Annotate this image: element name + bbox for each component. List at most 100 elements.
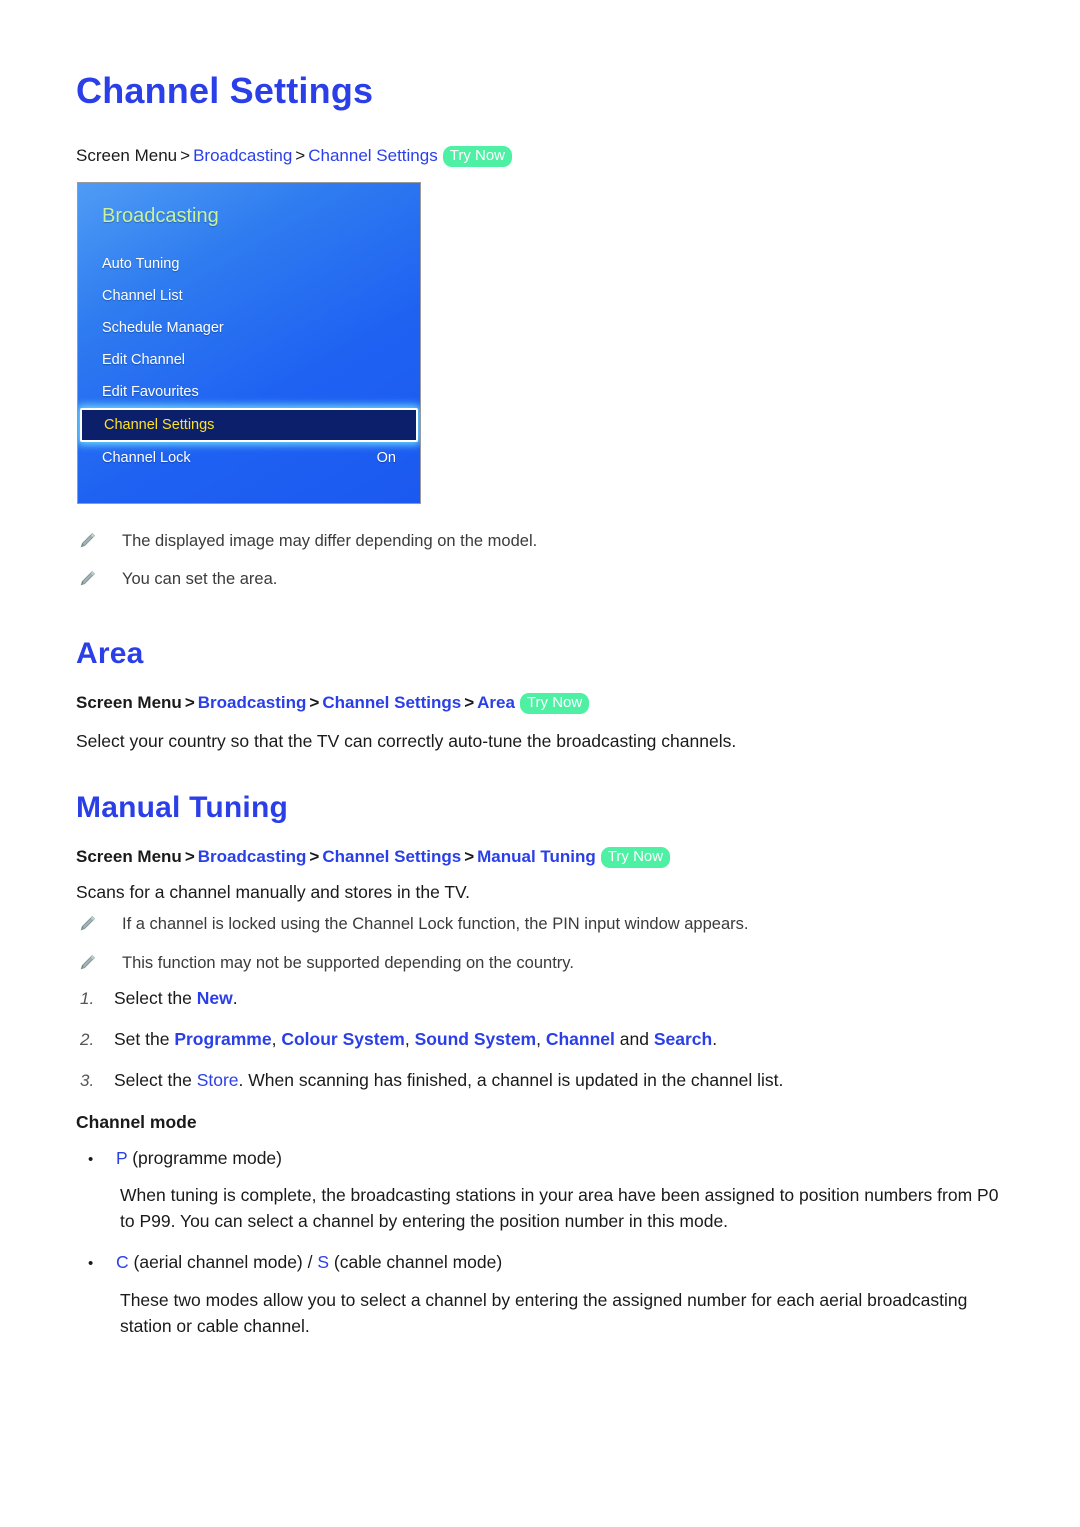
- breadcrumb-separator: >: [180, 146, 191, 165]
- breadcrumb-channel-settings: Screen Menu > Broadcasting > Channel Setting…: [76, 145, 512, 168]
- step-conjunction: and: [614, 1029, 654, 1049]
- step-link-store[interactable]: Store: [197, 1070, 239, 1090]
- bullet-item-p-mode: • P (programme mode): [88, 1145, 282, 1173]
- breadcrumb-manual-tuning: Screen Menu > Broadcasting > Channel Setting…: [76, 846, 671, 869]
- tv-menu-list: Auto Tuning Channel List Schedule Manage…: [78, 248, 420, 474]
- step-text: Set the Programme, Colour System, Sound …: [114, 1026, 717, 1052]
- tv-menu-header: Broadcasting: [102, 205, 219, 227]
- cs-mode-description: These two modes allow you to select a ch…: [120, 1290, 968, 1336]
- mode-label-p: (programme mode): [127, 1148, 282, 1168]
- step-text: Select the New.: [114, 985, 238, 1011]
- tv-menu-item-label: Channel Settings: [104, 417, 215, 433]
- breadcrumb-link-broadcasting[interactable]: Broadcasting: [193, 146, 292, 165]
- bullet-text: C (aerial channel mode) / S (cable chann…: [116, 1249, 502, 1275]
- pencil-icon: [78, 530, 108, 556]
- section-body-area: Select your country so that the TV can c…: [76, 731, 737, 751]
- tv-menu-item-label: Channel List: [102, 288, 183, 304]
- breadcrumb-root: Screen Menu: [76, 146, 178, 165]
- document-page: Channel Settings Screen Menu > Broadcastin…: [0, 0, 1080, 1527]
- step-text-post: .: [232, 988, 238, 1008]
- page-title: Channel Settings: [76, 70, 374, 111]
- step-item-1: 1. Select the New.: [80, 985, 1030, 1012]
- step-text-post: . When scanning has finished, a channel …: [238, 1070, 784, 1090]
- breadcrumb-root: Screen Menu: [76, 693, 182, 712]
- breadcrumb-link-broadcasting[interactable]: Broadcasting: [198, 847, 307, 866]
- try-now-badge[interactable]: Try Now: [442, 146, 512, 167]
- tv-menu-item-label: Edit Favourites: [102, 384, 199, 400]
- tv-menu-item-label: Channel Lock: [102, 450, 191, 466]
- breadcrumb-link-area[interactable]: Area: [477, 693, 515, 712]
- note-item: The displayed image may differ depending…: [78, 530, 537, 556]
- step-text-pre: Select the: [114, 988, 197, 1008]
- breadcrumb-link-channel-settings[interactable]: Channel Settings: [322, 693, 461, 712]
- step-text-pre: Set the: [114, 1029, 175, 1049]
- step-link-search[interactable]: Search: [654, 1029, 712, 1049]
- breadcrumb-link-channel-settings[interactable]: Channel Settings: [308, 146, 437, 165]
- step-link-sound-system[interactable]: Sound System: [415, 1029, 537, 1049]
- step-link-channel[interactable]: Channel: [546, 1029, 615, 1049]
- mode-key-s: S: [317, 1252, 330, 1272]
- tv-menu-item-channel-list[interactable]: Channel List: [78, 280, 420, 312]
- breadcrumb-separator: >: [309, 847, 320, 866]
- step-text: Select the Store. When scanning has fini…: [114, 1067, 783, 1093]
- breadcrumb-separator: >: [295, 146, 306, 165]
- bullet-item-cs-mode: • C (aerial channel mode) / S (cable cha…: [88, 1249, 502, 1277]
- bullet-text: P (programme mode): [116, 1145, 282, 1171]
- step-link-programme[interactable]: Programme: [174, 1029, 271, 1049]
- section-body-manual-tuning: Scans for a channel manually and stores …: [76, 882, 470, 902]
- pencil-icon: [78, 568, 108, 594]
- tv-menu-item-auto-tuning[interactable]: Auto Tuning: [78, 248, 420, 280]
- breadcrumb-area: Screen Menu > Broadcasting > Channel Setting…: [76, 692, 590, 715]
- breadcrumb-root: Screen Menu: [76, 847, 182, 866]
- step-number: 2.: [80, 1030, 95, 1049]
- note-item: You can set the area.: [78, 568, 277, 594]
- tv-menu-item-channel-lock[interactable]: Channel Lock On: [78, 442, 420, 474]
- step-text-pre: Select the: [114, 1070, 197, 1090]
- subheading-channel-mode: Channel mode: [76, 1112, 197, 1132]
- breadcrumb-separator: >: [464, 847, 475, 866]
- tv-menu-item-label: Edit Channel: [102, 352, 186, 368]
- tv-menu-item-schedule-manager[interactable]: Schedule Manager: [78, 312, 420, 344]
- note-text: The displayed image may differ depending…: [122, 532, 538, 550]
- breadcrumb-separator: >: [309, 693, 320, 712]
- breadcrumb-link-manual-tuning[interactable]: Manual Tuning: [477, 847, 596, 866]
- tv-menu-item-label: Schedule Manager: [102, 320, 224, 336]
- step-link-new[interactable]: New: [197, 988, 233, 1008]
- try-now-badge[interactable]: Try Now: [600, 847, 671, 868]
- mode-key-c: C: [116, 1252, 129, 1272]
- step-link-colour-system[interactable]: Colour System: [281, 1029, 405, 1049]
- note-item: This function may not be supported depen…: [78, 952, 574, 978]
- section-title-manual-tuning: Manual Tuning: [76, 791, 289, 824]
- comma: ,: [404, 1029, 415, 1049]
- step-number: 3.: [80, 1071, 95, 1090]
- pencil-icon: [78, 952, 108, 978]
- step-text-post: .: [712, 1029, 718, 1049]
- note-item: If a channel is locked using the Channel…: [78, 913, 748, 939]
- note-text: You can set the area.: [122, 570, 278, 588]
- mode-label-c: (aerial channel mode) /: [128, 1252, 318, 1272]
- section-title-area: Area: [76, 637, 144, 670]
- pencil-icon: [78, 913, 108, 939]
- mode-label-s: (cable channel mode): [329, 1252, 503, 1272]
- step-item-2: 2. Set the Programme, Colour System, Sou…: [80, 1026, 1030, 1053]
- breadcrumb-separator: >: [184, 693, 195, 712]
- bullet-dot-icon: •: [88, 1151, 94, 1168]
- comma: ,: [271, 1029, 282, 1049]
- note-text: This function may not be supported depen…: [122, 954, 574, 972]
- try-now-badge[interactable]: Try Now: [519, 693, 590, 714]
- breadcrumb-link-broadcasting[interactable]: Broadcasting: [198, 693, 307, 712]
- breadcrumb-separator: >: [464, 693, 475, 712]
- step-number: 1.: [80, 989, 95, 1008]
- mode-key-p: P: [116, 1148, 128, 1168]
- tv-menu-screenshot: Broadcasting Auto Tuning Channel List Sc…: [77, 182, 421, 504]
- comma: ,: [536, 1029, 546, 1049]
- p-mode-description: When tuning is complete, the broadcastin…: [120, 1185, 999, 1231]
- tv-menu-item-label: Auto Tuning: [102, 256, 180, 272]
- tv-menu-item-channel-settings-selected[interactable]: Channel Settings: [80, 408, 418, 442]
- bullet-dot-icon: •: [88, 1255, 94, 1272]
- tv-menu-item-value: On: [376, 450, 396, 466]
- step-item-3: 3. Select the Store. When scanning has f…: [80, 1067, 1030, 1094]
- breadcrumb-link-channel-settings[interactable]: Channel Settings: [322, 847, 461, 866]
- tv-menu-item-edit-favourites[interactable]: Edit Favourites: [78, 376, 420, 408]
- tv-menu-item-edit-channel[interactable]: Edit Channel: [78, 344, 420, 376]
